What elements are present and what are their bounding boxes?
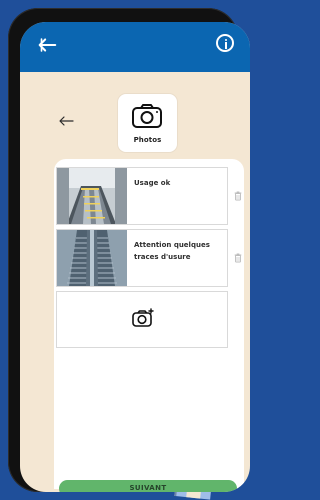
photos-category-card: Photos	[118, 94, 177, 152]
app-screen: Photos Usage ok Attention quelques trace…	[20, 22, 250, 492]
photo-entry: Attention quelques traces d'usure	[56, 229, 228, 287]
trash-icon[interactable]	[234, 253, 242, 263]
photo-entry-label: Usage ok	[134, 179, 171, 187]
photo-entry: Usage ok	[56, 167, 228, 225]
next-button[interactable]: SUIVANT	[59, 480, 237, 492]
photos-title: Photos	[133, 136, 162, 144]
escalator-photo	[57, 230, 127, 286]
arrow-left-icon[interactable]	[58, 115, 74, 127]
top-app-bar	[20, 22, 250, 72]
camera-icon	[132, 104, 162, 128]
trash-icon[interactable]	[234, 191, 242, 201]
arrow-left-icon[interactable]	[36, 34, 58, 56]
add-camera-icon	[132, 308, 154, 327]
escalator-photo	[57, 168, 127, 224]
info-icon[interactable]	[216, 34, 234, 52]
photo-entry-label: Attention quelques traces d'usure	[134, 241, 210, 261]
add-photo-button[interactable]	[56, 291, 228, 348]
photos-content-panel: Usage ok Attention quelques traces d'usu…	[54, 159, 244, 492]
phone-frame: Photos Usage ok Attention quelques trace…	[8, 8, 250, 492]
